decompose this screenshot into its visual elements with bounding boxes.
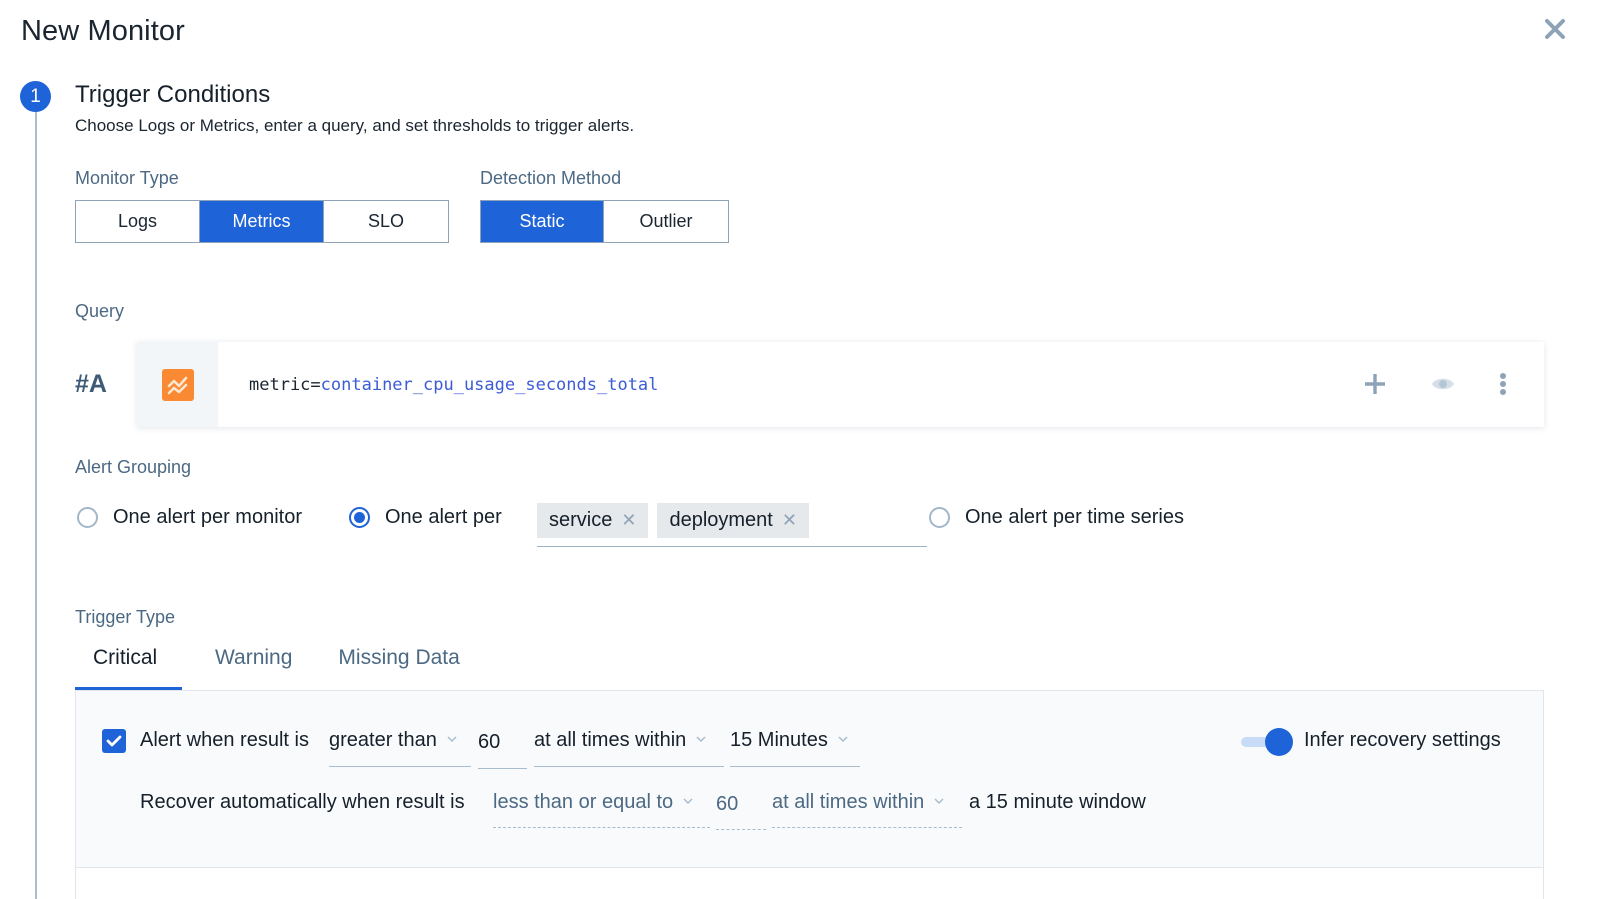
chip-label: service <box>549 509 613 531</box>
radio-one-alert-per-time-series[interactable]: One alert per time series <box>929 506 1184 529</box>
monitor-type-metrics[interactable]: Metrics <box>200 201 324 242</box>
tab-missing-data[interactable]: Missing Data <box>320 640 477 691</box>
chevron-down-icon <box>683 798 693 805</box>
query-input[interactable]: metric=container_cpu_usage_seconds_total <box>249 375 658 395</box>
trigger-panel-footer <box>75 868 1544 899</box>
query-type-toggle[interactable] <box>137 342 218 427</box>
metrics-chart-icon <box>161 368 194 401</box>
detection-method-label: Detection Method <box>480 168 622 188</box>
recover-comparator-dropdown: less than or equal to <box>493 791 710 828</box>
recover-occurrence-dropdown: at all times within <box>772 791 962 828</box>
trigger-type-tabs: Critical Warning Missing Data <box>75 640 478 691</box>
query-row: metric=container_cpu_usage_seconds_total <box>137 342 1544 427</box>
remove-chip-icon[interactable]: ✕ <box>621 510 636 531</box>
query-row-label: #A <box>75 370 107 398</box>
close-button[interactable] <box>1542 16 1568 42</box>
infer-recovery-label: Infer recovery settings <box>1304 729 1501 751</box>
radio-label: One alert per <box>385 506 502 528</box>
group-by-fields-input[interactable]: service ✕ deployment ✕ <box>537 503 927 547</box>
time-window-value: 15 Minutes <box>730 729 828 751</box>
section-title: Trigger Conditions <box>75 81 271 108</box>
monitor-type-selector: Logs Metrics SLO <box>75 200 449 243</box>
radio-one-alert-per-group[interactable]: One alert per <box>349 506 502 529</box>
comparator-value: greater than <box>329 729 437 751</box>
radio-label: One alert per time series <box>965 506 1184 528</box>
recover-occurrence-value: at all times within <box>772 791 925 813</box>
alert-grouping-label: Alert Grouping <box>75 457 192 477</box>
radio-circle-checked <box>349 507 370 528</box>
radio-circle <box>929 507 950 528</box>
monitor-type-label: Monitor Type <box>75 168 179 188</box>
critical-enabled-checkbox[interactable] <box>102 729 126 753</box>
time-window-dropdown[interactable]: 15 Minutes <box>730 729 860 767</box>
occurrence-dropdown[interactable]: at all times within <box>534 729 724 767</box>
tab-warning[interactable]: Warning <box>197 640 310 691</box>
recover-suffix-text: a 15 minute window <box>969 791 1146 813</box>
recover-threshold-value: 60 <box>716 793 739 815</box>
chevron-down-icon <box>447 736 457 743</box>
step-number-badge: 1 <box>20 81 51 112</box>
add-icon <box>1365 374 1385 394</box>
alert-prefix-text: Alert when result is <box>140 729 309 751</box>
infer-recovery-toggle[interactable] <box>1241 727 1295 757</box>
eye-icon <box>1432 378 1454 390</box>
monitor-type-slo[interactable]: SLO <box>324 201 448 242</box>
section-description: Choose Logs or Metrics, enter a query, a… <box>75 116 635 135</box>
group-field-chip: deployment ✕ <box>657 503 809 538</box>
group-field-chip: service ✕ <box>537 503 649 538</box>
threshold-input[interactable]: 60 <box>478 731 527 769</box>
detection-method-outlier[interactable]: Outlier <box>604 201 728 242</box>
occurrence-value: at all times within <box>534 729 687 751</box>
more-options-button[interactable] <box>1487 368 1519 400</box>
query-label: Query <box>75 301 125 321</box>
recover-comparator-value: less than or equal to <box>493 791 674 813</box>
checkmark-icon <box>106 735 122 747</box>
close-icon <box>1545 19 1565 39</box>
step-timeline <box>35 110 37 899</box>
radio-label: One alert per monitor <box>113 506 302 528</box>
monitor-type-logs[interactable]: Logs <box>76 201 200 242</box>
detection-method-static[interactable]: Static <box>481 201 604 242</box>
add-query-button[interactable] <box>1359 368 1391 400</box>
recover-threshold-input: 60 <box>716 793 766 830</box>
more-vertical-icon <box>1500 373 1506 395</box>
page-title: New Monitor <box>21 15 185 47</box>
recover-prefix-text: Recover automatically when result is <box>140 791 465 813</box>
chevron-down-icon <box>696 736 706 743</box>
chevron-down-icon <box>934 798 944 805</box>
radio-circle <box>77 507 98 528</box>
detection-method-selector: Static Outlier <box>480 200 729 243</box>
toggle-visibility-button[interactable] <box>1427 368 1459 400</box>
comparator-dropdown[interactable]: greater than <box>329 729 471 767</box>
radio-one-alert-per-monitor[interactable]: One alert per monitor <box>77 506 302 529</box>
tab-critical[interactable]: Critical <box>75 640 182 691</box>
chevron-down-icon <box>838 736 848 743</box>
chip-label: deployment <box>669 509 773 531</box>
toggle-knob <box>1265 728 1293 756</box>
critical-trigger-panel <box>75 690 1544 868</box>
trigger-type-label: Trigger Type <box>75 607 176 627</box>
query-key: metric= <box>249 374 321 395</box>
query-value: container_cpu_usage_seconds_total <box>320 374 659 395</box>
threshold-value: 60 <box>478 731 501 753</box>
remove-chip-icon[interactable]: ✕ <box>782 510 797 531</box>
